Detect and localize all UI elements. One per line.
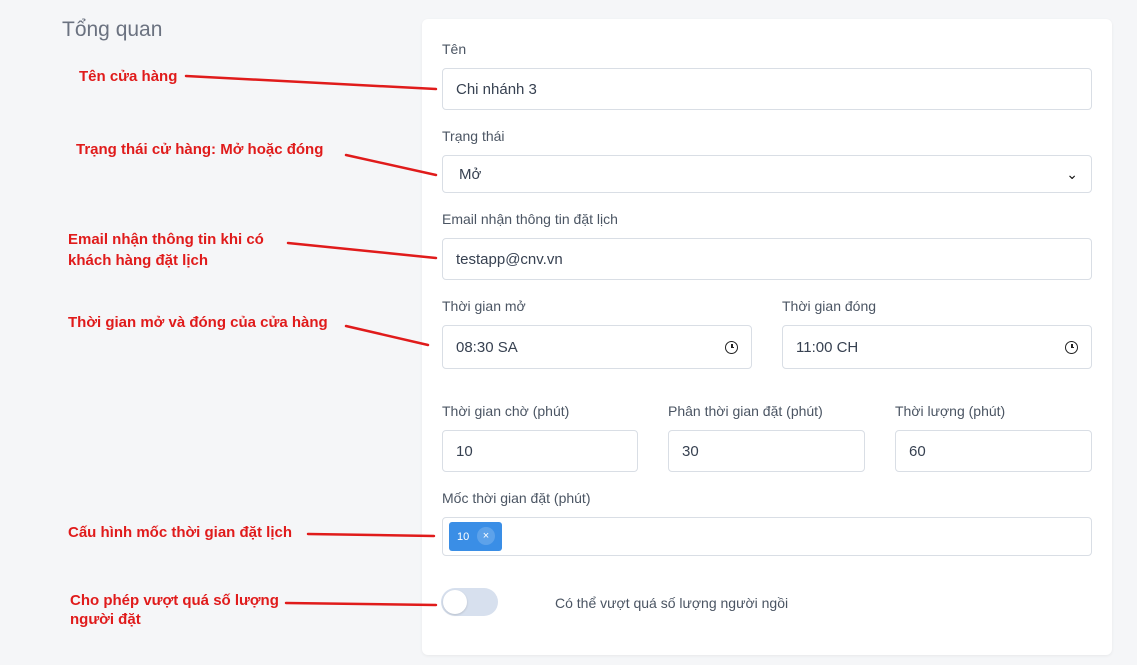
arrow-hours — [344, 324, 430, 347]
arrow-overbook — [284, 601, 438, 607]
arrow-store-name — [184, 74, 438, 91]
arrow-milestones — [306, 532, 436, 538]
arrow-email — [286, 241, 438, 260]
annotation-arrows — [184, 74, 438, 607]
arrow-store-status — [344, 153, 438, 177]
